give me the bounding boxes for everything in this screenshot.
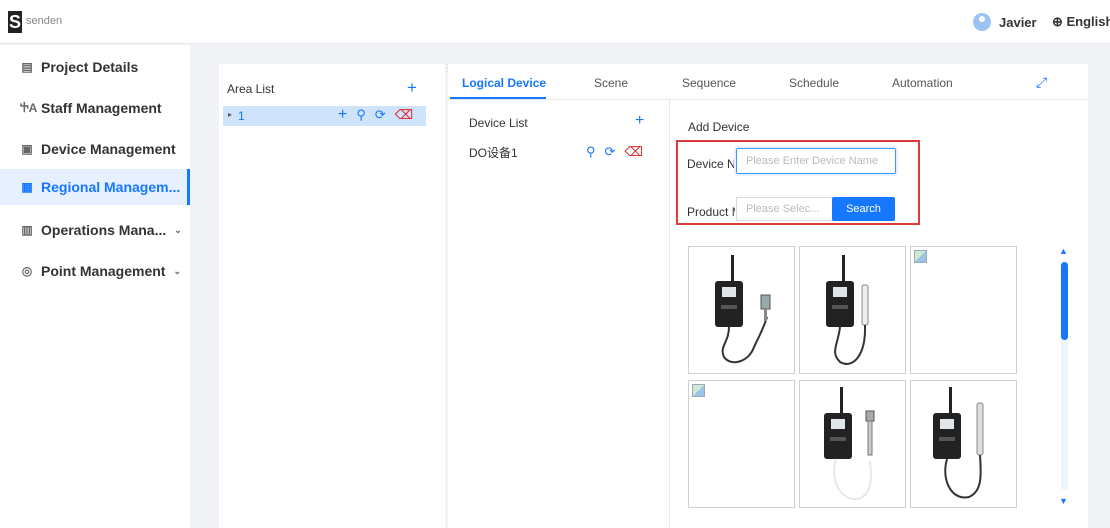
device-icon: ▣: [21, 142, 33, 156]
refresh-icon[interactable]: ⟳: [605, 144, 616, 160]
sidebar-item-label: Operations Mana...: [41, 222, 167, 238]
active-tab-indicator: [450, 97, 546, 99]
product-card-3[interactable]: [910, 246, 1017, 374]
area-name[interactable]: 1: [238, 109, 245, 123]
product-model-label: Product Model: [687, 205, 735, 219]
link-icon[interactable]: ⚲: [586, 144, 596, 160]
delete-icon[interactable]: ⌫: [395, 107, 413, 123]
device-list-panel: Device List + DO设备1 ⚲ ⟳ ⌫: [448, 100, 670, 528]
device-name-label: Device Name: [687, 157, 735, 171]
sidebar-item-regional-management[interactable]: ▦ Regional Managem...: [0, 169, 190, 205]
add-icon[interactable]: +: [338, 106, 347, 124]
device-row-actions: ⚲ ⟳ ⌫: [586, 144, 652, 160]
scroll-down-icon[interactable]: ▼: [1059, 496, 1068, 506]
sensor-probe-image: [826, 255, 869, 365]
broken-image-icon: [692, 384, 705, 397]
chart-icon: ▥: [21, 223, 33, 237]
person-icon: ႵA: [20, 101, 38, 115]
device-list-item[interactable]: DO设备1: [469, 144, 518, 161]
device-name-input[interactable]: Please Enter Device Name: [736, 148, 896, 174]
avatar[interactable]: [973, 13, 991, 31]
area-list-title: Area List: [227, 82, 275, 96]
product-card-4[interactable]: [688, 380, 795, 508]
search-button[interactable]: Search: [832, 197, 895, 221]
sidebar-item-point-management[interactable]: ◎ Point Management ⌄: [0, 253, 190, 289]
tab-automation[interactable]: Automation: [892, 76, 953, 90]
refresh-icon[interactable]: ⟳: [375, 107, 386, 123]
sidebar-item-label: Regional Managem...: [41, 179, 181, 195]
scroll-up-icon[interactable]: ▲: [1059, 246, 1068, 256]
language-selector[interactable]: ⊕ English: [1052, 14, 1110, 30]
sidebar-item-label: Device Management: [41, 141, 176, 157]
user-menu[interactable]: Javier: [973, 13, 1037, 31]
device-list-title: Device List: [469, 116, 528, 130]
sidebar-item-label: Project Details: [41, 59, 139, 75]
chevron-down-icon[interactable]: ⌄: [173, 266, 181, 277]
logo-icon: S: [8, 11, 22, 33]
area-list-panel: Area List + ▸ 1 + ⚲ ⟳ ⌫: [219, 64, 445, 528]
sidebar-item-staff-management[interactable]: ႵA Staff Management: [0, 90, 190, 126]
user-name[interactable]: Javier: [999, 15, 1037, 30]
sensor-probe-image: [824, 387, 875, 501]
product-model-select[interactable]: Please Selec...: [736, 197, 833, 221]
sidebar-item-project-details[interactable]: ▤ Project Details: [0, 49, 190, 85]
area-row-actions: + ⚲ ⟳ ⌫: [338, 106, 422, 124]
product-card-1[interactable]: [688, 246, 795, 374]
sidebar-item-label: Staff Management: [41, 100, 162, 116]
chevron-down-icon[interactable]: ⌄: [174, 225, 182, 236]
add-area-button[interactable]: +: [407, 78, 417, 98]
delete-icon[interactable]: ⌫: [624, 144, 642, 160]
sidebar-item-device-management[interactable]: ▣ Device Management: [0, 131, 190, 167]
grid-scrollbar[interactable]: ▲ ▼: [1058, 246, 1070, 508]
location-icon: ◎: [21, 264, 33, 278]
sidebar-item-label: Point Management: [41, 263, 166, 279]
logo-text: senden: [26, 15, 63, 27]
scrollbar-thumb[interactable]: [1061, 262, 1068, 340]
main-panel: Logical Device Scene Sequence Schedule A…: [448, 64, 1088, 528]
product-card-5[interactable]: [799, 380, 906, 508]
sensor-probe-image: [715, 255, 771, 364]
top-bar: S senden Javier ⊕ English: [0, 0, 1110, 44]
tab-bar: Logical Device Scene Sequence Schedule A…: [448, 64, 1088, 100]
grid-icon: ▦: [21, 180, 33, 194]
sidebar-item-operations-management[interactable]: ▥ Operations Mana... ⌄: [0, 212, 190, 248]
broken-image-icon: [914, 250, 927, 263]
product-card-6[interactable]: [910, 380, 1017, 508]
tab-sequence[interactable]: Sequence: [682, 76, 736, 90]
link-icon[interactable]: ⚲: [356, 107, 366, 123]
tab-logical-device[interactable]: Logical Device: [462, 76, 546, 90]
add-device-button[interactable]: +: [635, 112, 644, 130]
fullscreen-icon[interactable]: ⤢: [1036, 74, 1047, 91]
add-device-panel: Add Device Device Name Please Enter Devi…: [670, 100, 1088, 528]
tab-scene[interactable]: Scene: [594, 76, 628, 90]
area-tree-row[interactable]: ▸ 1 + ⚲ ⟳ ⌫: [223, 106, 426, 126]
tab-schedule[interactable]: Schedule: [789, 76, 839, 90]
caret-right-icon[interactable]: ▸: [228, 110, 232, 119]
product-card-2[interactable]: [799, 246, 906, 374]
add-device-title: Add Device: [688, 120, 750, 134]
product-image-grid: [688, 246, 1020, 516]
sensor-probe-image: [933, 387, 984, 499]
sidebar: ▤ Project Details ႵA Staff Management ▣ …: [0, 45, 190, 528]
document-icon: ▤: [21, 60, 33, 74]
